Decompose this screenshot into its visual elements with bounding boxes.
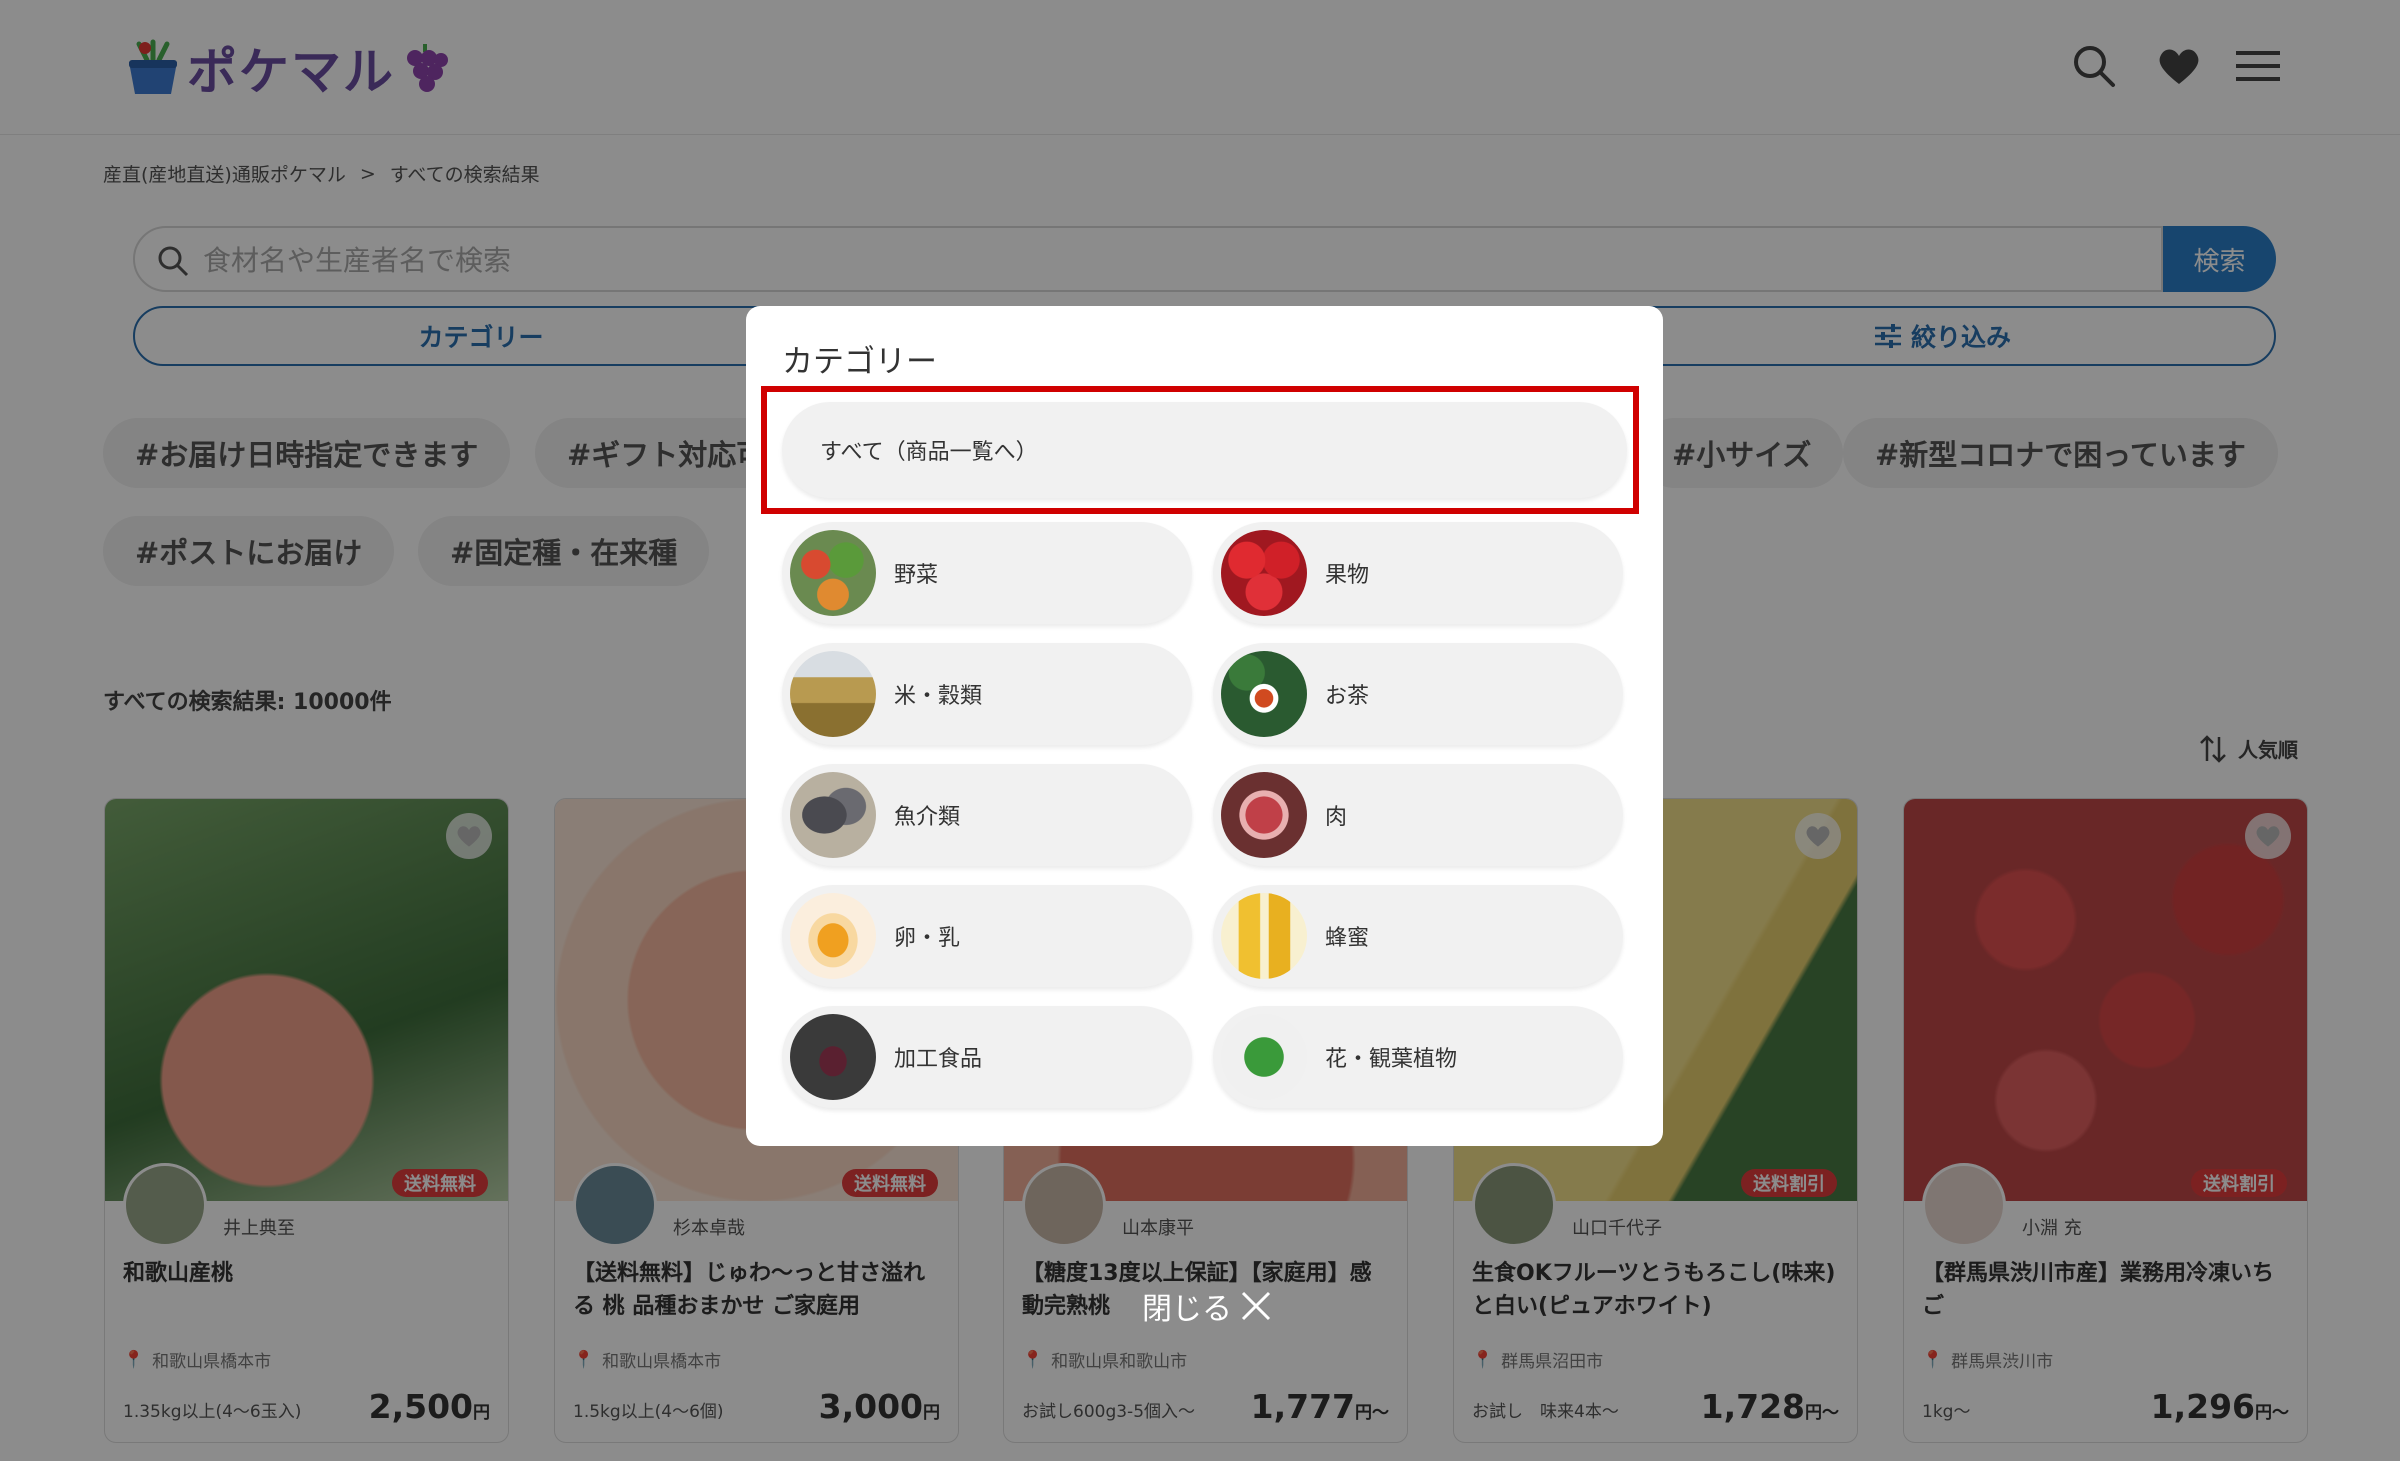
meat-thumb-icon xyxy=(1221,772,1307,858)
jar-thumb-icon xyxy=(790,1014,876,1100)
tea-thumb-icon xyxy=(1221,651,1307,737)
category-tea[interactable]: お茶 xyxy=(1213,643,1623,745)
category-label: 卵・乳 xyxy=(894,926,961,951)
apples-thumb-icon xyxy=(1221,530,1307,616)
honey-thumb-icon xyxy=(1221,893,1307,979)
plant-thumb-icon xyxy=(1221,1014,1307,1100)
category-honey[interactable]: 蜂蜜 xyxy=(1213,885,1623,987)
category-meat[interactable]: 肉 xyxy=(1213,764,1623,866)
category-vegetables[interactable]: 野菜 xyxy=(782,522,1192,624)
category-label: 果物 xyxy=(1325,563,1370,588)
category-processed-food[interactable]: 加工食品 xyxy=(782,1006,1192,1108)
category-label: 米・穀類 xyxy=(894,684,983,709)
close-label: 閉じる xyxy=(1142,1292,1232,1327)
category-eggs-dairy[interactable]: 卵・乳 xyxy=(782,885,1192,987)
category-label: 花・観葉植物 xyxy=(1325,1047,1458,1072)
vegetables-thumb-icon xyxy=(790,530,876,616)
category-label: お茶 xyxy=(1325,684,1370,709)
category-label: 蜂蜜 xyxy=(1325,926,1370,951)
close-modal-button[interactable]: 閉じる xyxy=(1142,1284,1272,1328)
egg-thumb-icon xyxy=(790,893,876,979)
category-label: 魚介類 xyxy=(894,805,961,830)
close-icon xyxy=(1241,1291,1271,1321)
category-label: 加工食品 xyxy=(894,1047,983,1072)
category-fruits[interactable]: 果物 xyxy=(1213,522,1623,624)
category-flowers-plants[interactable]: 花・観葉植物 xyxy=(1213,1006,1623,1108)
category-seafood[interactable]: 魚介類 xyxy=(782,764,1192,866)
category-label: 野菜 xyxy=(894,563,939,588)
category-rice-grains[interactable]: 米・穀類 xyxy=(782,643,1192,745)
category-modal: カテゴリー すべて（商品一覧へ） 野菜 果物 米・穀類 お茶 魚介類 肉 卵・乳… xyxy=(746,306,1663,1146)
seafood-thumb-icon xyxy=(790,772,876,858)
highlight-box xyxy=(761,386,1639,514)
category-label: 肉 xyxy=(1325,805,1348,830)
rice-field-thumb-icon xyxy=(790,651,876,737)
modal-title: カテゴリー xyxy=(782,344,937,380)
